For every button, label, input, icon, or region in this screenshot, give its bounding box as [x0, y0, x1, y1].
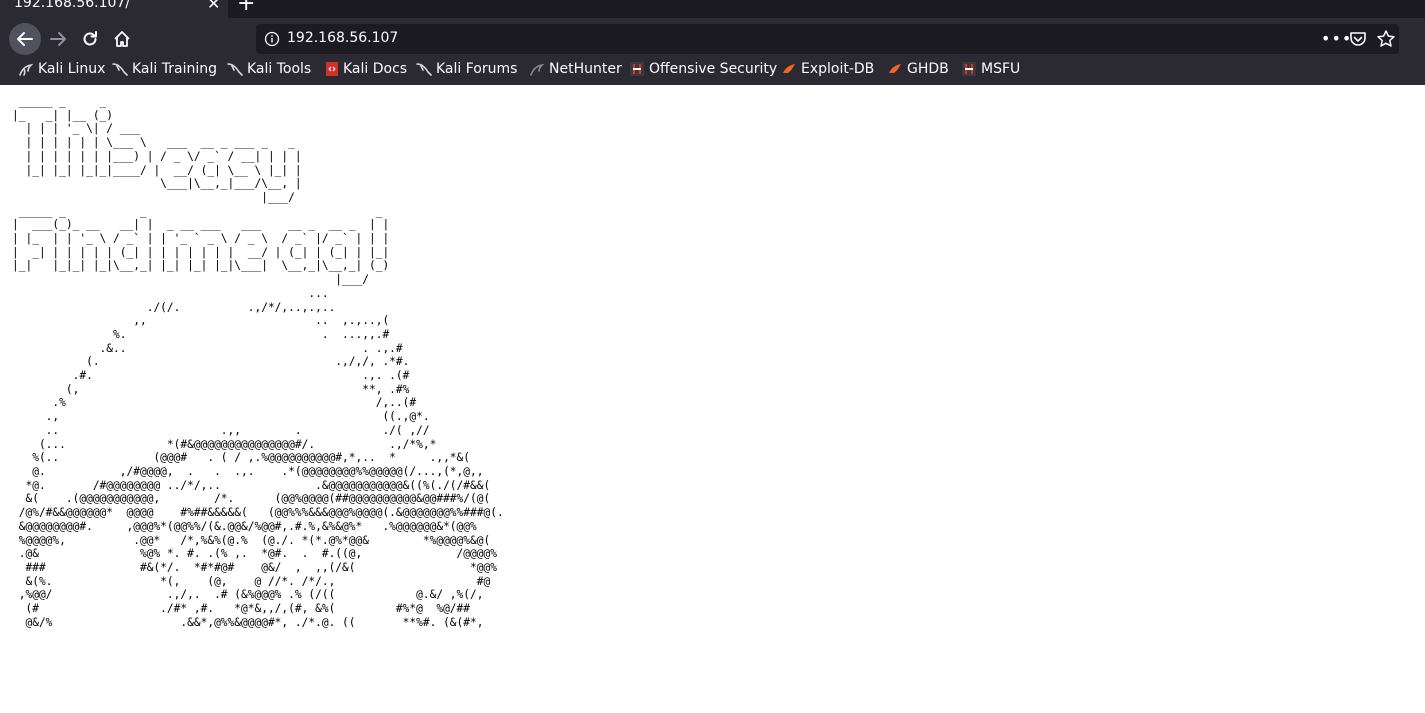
bookmark-kali-linux[interactable]: Kali Linux [18, 61, 105, 77]
nethunter-icon [530, 63, 545, 76]
url-bar[interactable]: 192.168.56.107 ••• [256, 24, 1399, 54]
bookmark-label: NetHunter [549, 61, 622, 77]
url-text[interactable]: 192.168.56.107 [287, 30, 398, 46]
bookmark-label: Kali Forums [436, 61, 518, 77]
bookmark-label: Exploit-DB [801, 61, 875, 77]
bookmark-label: Offensive Security [649, 61, 778, 77]
bookmark-ghdb[interactable]: GHDB [887, 61, 949, 77]
info-icon[interactable] [264, 31, 280, 47]
arrow-right-icon [50, 32, 66, 46]
ascii-art: _____ _ _ |_ _| |__ (_) | | | '_ \| / __… [12, 95, 504, 629]
kali-dragon-icon [416, 63, 432, 76]
tab-current[interactable]: 192.168.56.107/ ✕ [0, 0, 228, 18]
kali-dragon-icon [19, 63, 34, 76]
bookmark-msfu[interactable]: MSFU [961, 61, 1020, 77]
kali-dragon-icon [112, 63, 128, 76]
bookmark-offensive-security[interactable]: Offensive Security [629, 61, 777, 77]
exploitdb-icon [889, 64, 901, 73]
nav-bar: 192.168.56.107 ••• [0, 22, 1425, 56]
bookmarks-toolbar: Kali Linux Kali Training Kali Tools Kali… [0, 58, 1425, 84]
star-icon[interactable] [1376, 29, 1396, 49]
bookmark-label: Kali Training [132, 61, 217, 77]
exploitdb-icon [783, 64, 795, 73]
bookmark-label: Kali Tools [247, 61, 312, 77]
reload-icon [83, 31, 97, 46]
offsec-icon [630, 62, 644, 76]
forward-button[interactable] [42, 23, 74, 55]
tab-close-icon[interactable]: ✕ [207, 0, 220, 13]
bookmark-kali-docs[interactable]: Kali Docs [325, 61, 407, 77]
tab-strip: 192.168.56.107/ ✕ + [0, 0, 1425, 18]
home-icon [114, 31, 130, 47]
bookmark-label: MSFU [981, 61, 1021, 77]
bookmark-label: Kali Docs [343, 61, 408, 77]
page-content: _____ _ _ |_ _| |__ (_) | | | '_ \| / __… [0, 85, 1425, 713]
kali-docs-icon [326, 62, 338, 76]
browser-chrome: 192.168.56.107/ ✕ + 192.168.56.107 ••• K… [0, 0, 1425, 85]
reload-button[interactable] [74, 23, 106, 55]
pocket-icon[interactable] [1349, 30, 1367, 48]
page-actions-icon[interactable]: ••• [1321, 29, 1352, 48]
offsec-icon [962, 62, 976, 76]
bookmark-kali-training[interactable]: Kali Training [112, 61, 217, 77]
kali-dragon-icon [227, 63, 243, 76]
arrow-left-icon [17, 32, 33, 46]
bookmark-label: GHDB [907, 61, 949, 77]
home-button[interactable] [106, 23, 138, 55]
back-button[interactable] [9, 23, 41, 55]
bookmark-nethunter[interactable]: NetHunter [529, 61, 622, 77]
bookmark-kali-forums[interactable]: Kali Forums [416, 61, 517, 77]
tab-title: 192.168.56.107/ [14, 0, 131, 11]
new-tab-button[interactable]: + [237, 0, 255, 16]
bookmark-label: Kali Linux [38, 61, 106, 77]
bookmark-exploit-db[interactable]: Exploit-DB [781, 61, 874, 77]
bookmark-kali-tools[interactable]: Kali Tools [227, 61, 311, 77]
